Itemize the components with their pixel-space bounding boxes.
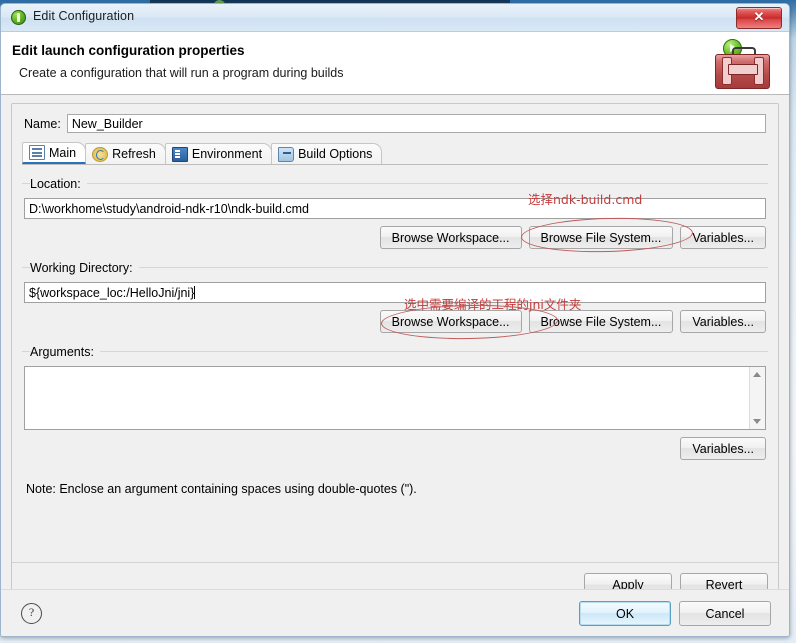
working-directory-value: ${workspace_loc:/HelloJni/jni}	[29, 286, 195, 300]
toolbox-with-run-icon	[701, 37, 771, 92]
edit-configuration-dialog: Edit Configuration ✕ Edit launch configu…	[0, 3, 790, 637]
close-icon: ✕	[753, 9, 765, 24]
dialog-title: Edit Configuration	[33, 9, 135, 23]
arguments-group: Arguments: Variables... Note: Enclose an…	[22, 343, 768, 496]
tab-bar: Main Refresh Environment Build Options	[22, 142, 768, 165]
tab-main[interactable]: Main	[22, 142, 87, 164]
tab-refresh[interactable]: Refresh	[85, 143, 166, 164]
dialog-titlebar: Edit Configuration ✕	[1, 4, 789, 32]
page-title: Edit launch configuration properties	[12, 43, 245, 58]
page-subtitle: Create a configuration that will run a p…	[19, 66, 344, 80]
arguments-body: Variables... Note: Enclose an argument c…	[22, 361, 768, 496]
name-label: Name:	[24, 116, 61, 131]
working-directory-label: Working Directory:	[30, 261, 139, 275]
build-options-icon	[278, 146, 295, 162]
location-input[interactable]: D:\workhome\study\android-ndk-r10\ndk-bu…	[24, 198, 766, 219]
arguments-button-row: Variables...	[24, 437, 766, 460]
location-label: Location:	[30, 177, 87, 191]
refresh-icon	[92, 146, 109, 162]
scroll-down-icon[interactable]	[753, 419, 761, 424]
dialog-footer: ? OK Cancel	[1, 589, 789, 636]
location-button-row: Browse Workspace... Browse File System..…	[24, 226, 766, 249]
text-caret	[194, 286, 196, 299]
document-icon	[29, 145, 45, 160]
ok-button[interactable]: OK	[579, 601, 671, 626]
tab-main-label: Main	[49, 145, 77, 160]
working-directory-group: Working Directory: ${workspace_loc:/Hell…	[22, 259, 768, 333]
green-info-icon	[11, 10, 26, 25]
close-button[interactable]: ✕	[736, 7, 782, 29]
arguments-note: Note: Enclose an argument containing spa…	[26, 482, 417, 496]
tab-environment[interactable]: Environment	[164, 143, 273, 164]
tab-build-options-label: Build Options	[298, 147, 373, 161]
location-browse-workspace-button[interactable]: Browse Workspace...	[379, 226, 522, 249]
arguments-scrollbar[interactable]	[749, 367, 765, 429]
working-directory-input[interactable]: ${workspace_loc:/HelloJni/jni}	[24, 282, 766, 303]
location-browse-file-system-button[interactable]: Browse File System...	[528, 226, 674, 249]
footer-button-row: OK Cancel	[579, 601, 771, 626]
working-directory-body: ${workspace_loc:/HelloJni/jni} Browse Wo…	[22, 277, 768, 333]
group-divider	[22, 183, 768, 184]
group-divider	[22, 351, 768, 352]
tab-build-options[interactable]: Build Options	[271, 143, 383, 164]
workdir-variables-button[interactable]: Variables...	[680, 310, 766, 333]
tab-environment-label: Environment	[191, 147, 263, 161]
name-row: Name: New_Builder	[24, 114, 766, 133]
working-directory-button-row: Browse Workspace... Browse File System..…	[24, 310, 766, 333]
workdir-browse-file-system-button[interactable]: Browse File System...	[528, 310, 674, 333]
location-body: D:\workhome\study\android-ndk-r10\ndk-bu…	[22, 193, 768, 249]
arguments-variables-button[interactable]: Variables...	[680, 437, 766, 460]
workdir-browse-workspace-button[interactable]: Browse Workspace...	[379, 310, 522, 333]
location-variables-button[interactable]: Variables...	[680, 226, 766, 249]
configuration-panel: Name: New_Builder Main Refresh Environme…	[11, 103, 779, 608]
scroll-up-icon[interactable]	[753, 372, 761, 377]
arguments-label: Arguments:	[30, 345, 100, 359]
question-mark-icon[interactable]: ?	[21, 603, 42, 624]
environment-icon	[171, 146, 188, 162]
toolbox-latch-icon	[728, 64, 758, 75]
cancel-button[interactable]: Cancel	[679, 601, 771, 626]
dialog-body: Name: New_Builder Main Refresh Environme…	[1, 95, 789, 636]
tab-refresh-label: Refresh	[112, 147, 156, 161]
location-group: Location: D:\workhome\study\android-ndk-…	[22, 175, 768, 249]
arguments-textarea[interactable]	[24, 366, 766, 430]
name-input[interactable]: New_Builder	[66, 114, 766, 133]
dialog-header: Edit launch configuration properties Cre…	[1, 32, 789, 95]
